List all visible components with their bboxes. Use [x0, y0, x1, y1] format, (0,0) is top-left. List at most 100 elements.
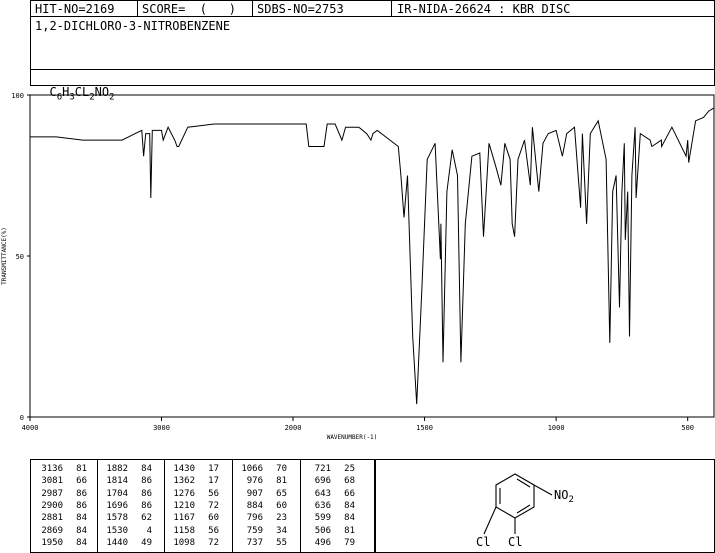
peak-transmittance: 34: [276, 525, 287, 536]
peak-wavenumber: 1362: [173, 476, 195, 487]
peak-wavenumber: 1696: [106, 500, 128, 511]
peak-transmittance: 68: [344, 476, 355, 487]
peak-wavenumber: 496: [314, 537, 331, 548]
peak-wavenumber: 599: [314, 513, 331, 524]
header-row-divider: [30, 16, 715, 17]
peak-wavenumber: 759: [246, 525, 263, 536]
peak-transmittance: 84: [76, 537, 87, 548]
y-tick-label: 0: [20, 414, 24, 422]
peak-transmittance: 4: [146, 525, 152, 536]
peak-wavenumber: 721: [314, 464, 331, 474]
sdbs-number: SDBS-NO=2753: [257, 2, 344, 16]
peak-wavenumber: 1578: [106, 513, 128, 524]
peak-transmittance: 72: [208, 537, 219, 548]
peak-table-divider: [164, 459, 165, 553]
x-tick-label: 1500: [416, 424, 433, 432]
peak-transmittance: 86: [141, 500, 152, 511]
peak-wavenumber: 1814: [106, 476, 128, 487]
peak-wavenumber: 796: [246, 513, 263, 524]
y-tick-label: 100: [11, 92, 24, 100]
peak-wavenumber: 907: [246, 488, 263, 499]
nitro-label: NO2: [554, 488, 574, 505]
double-bond: [516, 504, 531, 514]
hit-number: HIT-NO=2169: [35, 2, 115, 16]
peak-table-divider: [232, 459, 233, 553]
peak-wavenumber: 1066: [241, 464, 263, 474]
peak-transmittance: 81: [76, 464, 87, 474]
peak-transmittance: 56: [208, 525, 219, 536]
header-divider: [137, 0, 138, 17]
peak-wavenumber: 636: [314, 500, 331, 511]
peak-wavenumber: 696: [314, 476, 331, 487]
x-tick-label: 3000: [153, 424, 170, 432]
peak-table-divider: [97, 459, 98, 553]
peak-transmittance: 66: [344, 488, 355, 499]
peak-transmittance: 25: [344, 464, 355, 474]
structure-diagram: NO2 Cl Cl: [476, 473, 574, 549]
y-axis-label: TRANSMITTANCE(%): [1, 227, 8, 285]
peak-transmittance: 84: [344, 513, 355, 524]
peak-wavenumber: 2869: [41, 525, 63, 536]
peak-transmittance: 17: [208, 476, 219, 487]
peak-wavenumber: 3136: [41, 464, 63, 474]
peak-wavenumber: 1440: [106, 537, 128, 548]
chloro-label-1: Cl: [476, 535, 490, 549]
peak-wavenumber: 1882: [106, 464, 128, 474]
peak-wavenumber: 2987: [41, 488, 63, 499]
ir-number: IR-NIDA-26624 : KBR DISC: [397, 2, 571, 16]
peak-transmittance: 81: [276, 476, 287, 487]
header-divider: [391, 0, 392, 17]
peak-wavenumber: 2900: [41, 500, 63, 511]
peak-wavenumber: 1530: [106, 525, 128, 536]
chloro-label-2: Cl: [508, 535, 522, 549]
peak-wavenumber: 3081: [41, 476, 63, 487]
peak-wavenumber: 1158: [173, 525, 195, 536]
peak-transmittance: 55: [276, 537, 287, 548]
spectrum-line: [30, 107, 715, 405]
benzene-ring: [495, 473, 535, 519]
peak-transmittance: 56: [208, 488, 219, 499]
header-row-divider: [30, 69, 715, 70]
peak-transmittance: 84: [344, 500, 355, 511]
peak-wavenumber: 1704: [106, 488, 128, 499]
peak-wavenumber: 1276: [173, 488, 195, 499]
peak-transmittance: 72: [208, 500, 219, 511]
compound-name: 1,2-DICHLORO-3-NITROBENZENE: [35, 19, 231, 33]
peak-transmittance: 79: [344, 537, 355, 548]
peak-wavenumber: 506: [314, 525, 331, 536]
peak-transmittance: 84: [141, 464, 152, 474]
peak-transmittance: 84: [76, 513, 87, 524]
peak-wavenumber: 643: [314, 488, 331, 499]
peak-transmittance: 86: [76, 500, 87, 511]
peak-wavenumber: 1210: [173, 500, 195, 511]
peak-transmittance: 62: [141, 513, 152, 524]
peak-transmittance: 70: [276, 464, 287, 474]
peak-wavenumber: 1167: [173, 513, 195, 524]
x-tick-label: 1000: [548, 424, 565, 432]
double-bond: [516, 478, 531, 488]
peak-transmittance: 65: [276, 488, 287, 499]
peak-table-divider: [300, 459, 301, 553]
peak-wavenumber: 1098: [173, 537, 195, 548]
x-tick-label: 4000: [22, 424, 39, 432]
peak-transmittance: 17: [208, 464, 219, 474]
bond-no2: [533, 484, 553, 496]
peak-wavenumber: 884: [246, 500, 263, 511]
peak-transmittance: 86: [76, 488, 87, 499]
peak-transmittance: 49: [141, 537, 152, 548]
peak-transmittance: 66: [76, 476, 87, 487]
peak-wavenumber: 1430: [173, 464, 195, 474]
peak-wavenumber: 737: [246, 537, 263, 548]
x-tick-label: 500: [681, 424, 694, 432]
peak-transmittance: 84: [76, 525, 87, 536]
header-divider: [252, 0, 253, 17]
peak-transmittance: 81: [344, 525, 355, 536]
bond-cl2: [483, 506, 497, 535]
peak-wavenumber: 1950: [41, 537, 63, 548]
peak-transmittance: 60: [208, 513, 219, 524]
peak-transmittance: 86: [141, 476, 152, 487]
x-axis-label: WAVENUMBER(-1): [327, 434, 378, 441]
x-tick-label: 2000: [285, 424, 302, 432]
score: SCORE= ( ): [142, 2, 236, 16]
peak-wavenumber: 976: [246, 476, 263, 487]
